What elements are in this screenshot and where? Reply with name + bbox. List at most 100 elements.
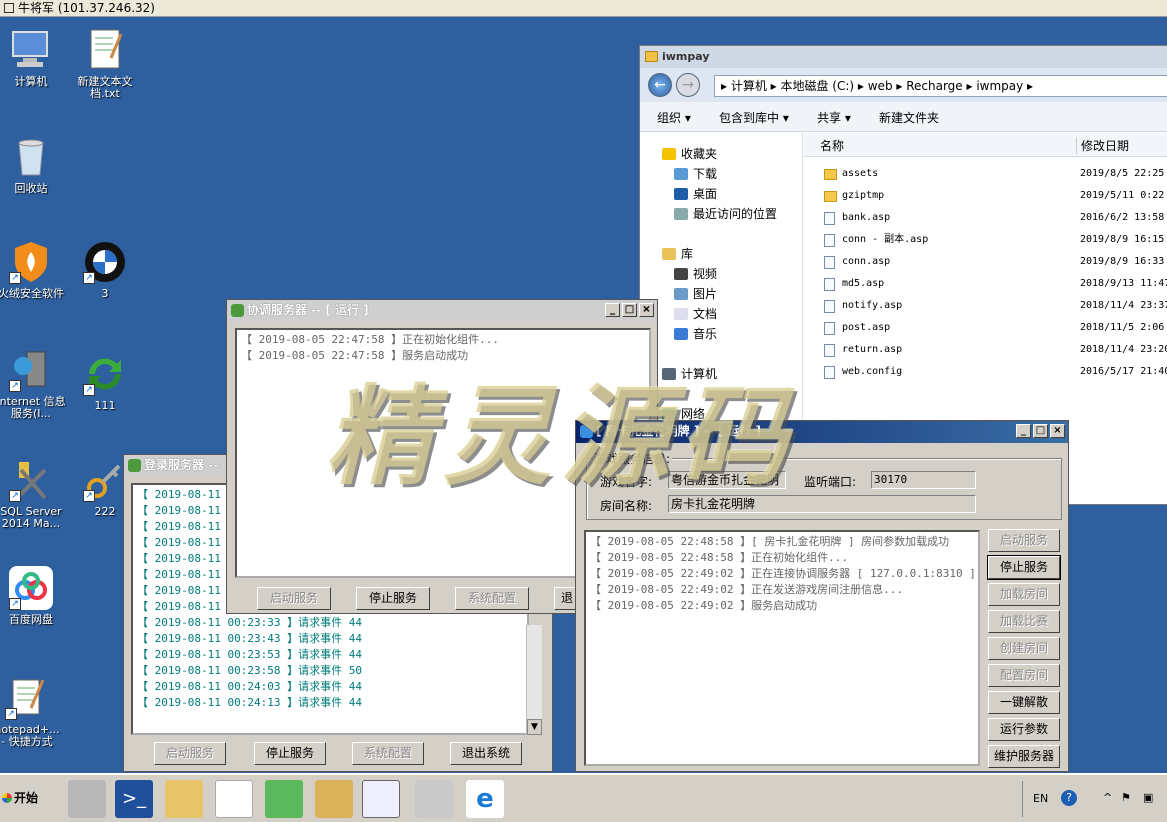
desktop-icon-label: SQL Server 2014 Ma... bbox=[0, 505, 62, 530]
back-arrow-icon[interactable]: ← bbox=[648, 73, 672, 97]
close-icon[interactable]: × bbox=[1050, 424, 1065, 438]
file-row[interactable]: notify.asp 2018/11/4 23:37 bbox=[804, 295, 1167, 317]
language-indicator[interactable]: EN bbox=[1033, 792, 1048, 805]
maximize-icon[interactable]: □ bbox=[1033, 424, 1048, 438]
music-note-icon bbox=[674, 328, 688, 340]
run-params-button[interactable]: 运行参数 bbox=[988, 718, 1060, 741]
rdp-title-bar: 牛将军 (101.37.246.32) bbox=[0, 0, 1167, 17]
load-match-button[interactable]: 加载比赛 bbox=[988, 610, 1060, 633]
address-input[interactable]: ▸ 计算机 ▸ 本地磁盘 (C:) ▸ web ▸ Recharge ▸ iwm… bbox=[714, 75, 1167, 97]
minimize-icon[interactable]: _ bbox=[1016, 424, 1031, 438]
explorer-folder-icon[interactable] bbox=[165, 780, 203, 818]
nav-pictures[interactable]: 图片 bbox=[674, 285, 717, 303]
include-in-library-button[interactable]: 包含到库中 ▾ bbox=[719, 109, 789, 126]
game-name-label: 游戏名字: bbox=[600, 475, 653, 489]
nav-recent-places[interactable]: 最近访问的位置 bbox=[674, 205, 777, 223]
file-row[interactable]: bank.asp 2016/6/2 13:58 bbox=[804, 207, 1167, 229]
chevron-up-icon[interactable]: ^ bbox=[1103, 791, 1112, 804]
bmw-logo-icon: ↗ bbox=[83, 240, 127, 284]
text-file-icon bbox=[83, 28, 127, 72]
port-label: 监听端口: bbox=[804, 475, 857, 489]
file-row[interactable]: gziptmp 2019/5/11 0:22 bbox=[804, 185, 1167, 207]
file-icon bbox=[824, 300, 835, 313]
nav-downloads[interactable]: 下载 bbox=[674, 165, 717, 183]
organize-button[interactable]: 组织 ▾ bbox=[657, 109, 691, 126]
nav-videos[interactable]: 视频 bbox=[674, 265, 717, 283]
nav-libraries[interactable]: 库 bbox=[662, 245, 693, 263]
nav-desktop[interactable]: 桌面 bbox=[674, 185, 717, 203]
file-icon bbox=[824, 344, 835, 357]
desktop-icon-label: 新建文本文档.txt bbox=[77, 75, 133, 100]
configure-room-button[interactable]: 配置房间 bbox=[988, 664, 1060, 687]
create-room-button[interactable]: 创建房间 bbox=[988, 637, 1060, 660]
nav-favorites[interactable]: 收藏夹 bbox=[662, 145, 717, 163]
column-date[interactable]: 修改日期 bbox=[1076, 137, 1129, 154]
green-arrows-taskbar-icon[interactable] bbox=[265, 780, 303, 818]
file-icon bbox=[824, 256, 835, 269]
sql-tools-taskbar-icon[interactable] bbox=[415, 780, 453, 818]
log-line: 【 2019-08-11 00:24:03 】请求事件 44 bbox=[137, 680, 362, 693]
nav-music[interactable]: 音乐 bbox=[674, 325, 717, 343]
system-config-button[interactable]: 系统配置 bbox=[455, 587, 529, 610]
network-tray-icon[interactable]: ▣ bbox=[1143, 791, 1153, 804]
file-row[interactable]: assets 2019/8/5 22:25 bbox=[804, 163, 1167, 185]
maintain-server-button[interactable]: 维护服务器 bbox=[988, 745, 1060, 768]
room-server-log[interactable]: 【 2019-08-05 22:48:58 】[ 房卡扎金花明牌 ] 房间参数加… bbox=[584, 530, 980, 766]
close-icon[interactable]: × bbox=[639, 303, 654, 317]
nav-documents[interactable]: 文档 bbox=[674, 305, 717, 323]
system-config-button[interactable]: 系统配置 bbox=[352, 742, 424, 765]
powershell-icon[interactable]: >_ bbox=[115, 780, 153, 818]
desktop-icon-baidu-netdisk[interactable]: ↗ 百度网盘 bbox=[0, 566, 66, 626]
flag-icon[interactable]: ⚑ bbox=[1121, 791, 1131, 804]
server-manager-icon[interactable] bbox=[68, 780, 106, 818]
stop-service-button[interactable]: 停止服务 bbox=[987, 555, 1061, 580]
file-row[interactable]: conn.asp 2019/8/9 16:33 bbox=[804, 251, 1167, 273]
desktop-icon-recycle-bin[interactable]: 回收站 bbox=[0, 135, 66, 195]
desktop-icon-new-text[interactable]: 新建文本文档.txt bbox=[70, 28, 140, 100]
system-tray: EN ? ^ ⚑ ▣ bbox=[1022, 781, 1167, 817]
desktop-icon-sql-server[interactable]: ↗ SQL Server 2014 Ma... bbox=[0, 458, 66, 530]
column-name[interactable]: 名称 bbox=[820, 137, 844, 154]
file-row[interactable]: post.asp 2018/11/5 2:06 bbox=[804, 317, 1167, 339]
maximize-icon[interactable]: □ bbox=[622, 303, 637, 317]
scroll-down-icon[interactable]: ▼ bbox=[527, 719, 542, 735]
help-icon[interactable]: ? bbox=[1061, 790, 1077, 806]
desktop-icon-111[interactable]: ↗ 111 bbox=[70, 352, 140, 412]
forward-arrow-icon[interactable]: → bbox=[676, 73, 700, 97]
file-icon bbox=[824, 322, 835, 335]
key-taskbar-icon[interactable] bbox=[315, 780, 353, 818]
log-scrollbar[interactable]: ▼ bbox=[526, 625, 542, 735]
new-folder-button[interactable]: 新建文件夹 bbox=[879, 109, 939, 126]
exit-system-button[interactable]: 退出系统 bbox=[450, 742, 522, 765]
room-server-title-bar[interactable]: [ 房卡扎金花明牌 ] -- [ 运行 ] _ □ × bbox=[576, 421, 1068, 443]
internet-explorer-icon[interactable]: e bbox=[466, 780, 504, 818]
file-row[interactable]: web.config 2016/5/17 21:40 bbox=[804, 361, 1167, 383]
desktop-icon-huorong[interactable]: ↗ 火绒安全软件 bbox=[0, 240, 66, 300]
file-row[interactable]: conn - 副本.asp 2019/8/9 16:15 bbox=[804, 229, 1167, 251]
network-server-taskbar-icon[interactable] bbox=[362, 780, 400, 818]
document-icon bbox=[674, 308, 688, 320]
nav-computer[interactable]: 计算机 bbox=[662, 365, 717, 383]
start-service-button[interactable]: 启动服务 bbox=[154, 742, 226, 765]
minimize-icon[interactable]: _ bbox=[605, 303, 620, 317]
stop-service-button[interactable]: 停止服务 bbox=[356, 587, 430, 610]
coord-server-title-bar[interactable]: 协调服务器 -- [ 运行 ] _ □ × bbox=[227, 300, 657, 322]
desktop-icon-iis[interactable]: ↗ Internet 信息服务(I... bbox=[0, 348, 66, 420]
baidu-netdisk-taskbar-icon[interactable] bbox=[215, 780, 253, 818]
start-button[interactable]: 开始 bbox=[0, 783, 46, 813]
file-row[interactable]: return.asp 2018/11/4 23:20 bbox=[804, 339, 1167, 361]
dissolve-all-button[interactable]: 一键解散 bbox=[988, 691, 1060, 714]
explorer-title-bar[interactable]: iwmpay bbox=[640, 46, 1167, 68]
desktop-icon-computer[interactable]: 计算机 bbox=[0, 28, 66, 88]
start-service-button[interactable]: 启动服务 bbox=[988, 529, 1060, 552]
share-button[interactable]: 共享 ▾ bbox=[817, 109, 851, 126]
start-service-button[interactable]: 启动服务 bbox=[257, 587, 331, 610]
stop-service-button[interactable]: 停止服务 bbox=[254, 742, 326, 765]
file-row[interactable]: md5.asp 2018/9/13 11:47 bbox=[804, 273, 1167, 295]
game-name-field: 粤信游金币扎金花明 bbox=[668, 471, 786, 489]
desktop-icon-3[interactable]: ↗ 3 bbox=[70, 240, 140, 300]
log-line: 【 2019-08-05 22:48:58 】[ 房卡扎金花明牌 ] 房间参数加… bbox=[590, 535, 950, 548]
library-icon bbox=[662, 248, 676, 260]
desktop-icon-notepadpp[interactable]: ↗ notepad+... - 快捷方式 bbox=[0, 676, 62, 748]
load-room-button[interactable]: 加载房间 bbox=[988, 583, 1060, 606]
